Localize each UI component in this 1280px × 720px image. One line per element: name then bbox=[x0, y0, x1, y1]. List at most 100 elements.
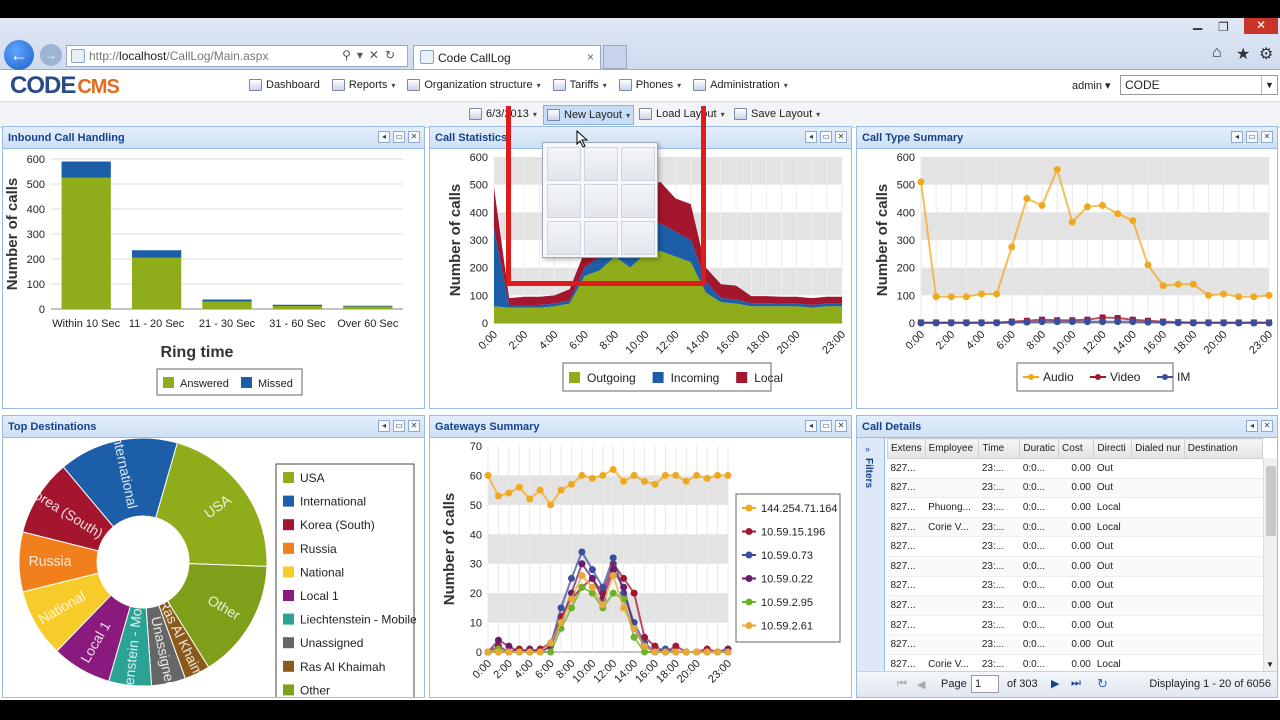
last-page-icon[interactable]: ⏭ bbox=[1071, 677, 1081, 690]
column-header[interactable]: Employee bbox=[924, 438, 980, 459]
data-point bbox=[567, 480, 575, 488]
column-header[interactable]: Directi bbox=[1093, 438, 1133, 459]
collapse-left-icon[interactable]: ◂ bbox=[805, 131, 817, 143]
table-cell bbox=[1184, 497, 1263, 518]
collapse-left-icon[interactable]: ◂ bbox=[1246, 420, 1258, 432]
table-cell bbox=[1184, 576, 1263, 597]
column-header[interactable]: Cost bbox=[1058, 438, 1095, 459]
filters-label[interactable]: Filters bbox=[863, 458, 874, 488]
address-bar[interactable]: http://localhost/CallLog/Main.aspx ⚲▾✕↻ bbox=[66, 45, 408, 67]
chevron-down-icon[interactable]: ▼ bbox=[1261, 76, 1277, 94]
new-tab-button[interactable] bbox=[603, 45, 627, 69]
gear-icon bbox=[693, 79, 707, 91]
grid-scrollbar[interactable]: ▼ bbox=[1263, 458, 1277, 671]
call-type-line-chart: 0 100 200 300 400 500 600 Number of calls 0:00 2:… bbox=[874, 152, 1275, 392]
close-panel-icon[interactable]: ✕ bbox=[408, 420, 420, 432]
close-panel-icon[interactable]: ✕ bbox=[835, 131, 847, 143]
close-panel-icon[interactable]: ✕ bbox=[835, 420, 847, 432]
menu-tariffs[interactable]: Tariffs ▾ bbox=[552, 79, 607, 91]
close-panel-icon[interactable]: ✕ bbox=[1261, 420, 1273, 432]
table-cell: Corie V... bbox=[925, 654, 979, 671]
favorites-star-icon[interactable]: ★ bbox=[1236, 44, 1250, 64]
y-tick-label: 60 bbox=[470, 470, 482, 482]
minimize-icon[interactable]: ▁ bbox=[1193, 18, 1202, 30]
data-point bbox=[588, 474, 596, 482]
screen: ▁ ❐ ✕ ← → http://localhost/CallLog/Main.… bbox=[0, 0, 1280, 720]
table-row[interactable]: 827... 23:... 0:0... 0.00 Out bbox=[887, 634, 1263, 655]
home-icon[interactable]: ⌂ bbox=[1212, 44, 1222, 62]
collapse-left-icon[interactable]: ◂ bbox=[378, 131, 390, 143]
y-tick-label: 30 bbox=[470, 559, 482, 571]
column-header[interactable]: Extens bbox=[887, 438, 926, 459]
settings-gear-icon[interactable]: ⚙ bbox=[1259, 44, 1273, 64]
save-layout-button[interactable]: Save Layout ▾ bbox=[731, 107, 823, 121]
legend-swatch bbox=[283, 542, 294, 554]
code-cms-logo[interactable]: CODE CMS bbox=[10, 72, 120, 100]
data-point bbox=[1023, 195, 1031, 202]
page-input[interactable]: 1 bbox=[971, 675, 999, 693]
menu-organization-structure[interactable]: Organization structure ▾ bbox=[407, 79, 541, 91]
refresh-icon[interactable]: ↻ bbox=[1097, 676, 1108, 692]
expand-filters-icon[interactable]: » bbox=[865, 444, 870, 454]
data-point bbox=[1174, 319, 1182, 327]
maximize-panel-icon[interactable]: ▭ bbox=[820, 131, 832, 143]
close-panel-icon[interactable]: ✕ bbox=[408, 131, 420, 143]
address-actions-icon[interactable]: ⚲▾✕↻ bbox=[342, 48, 401, 62]
collapse-left-icon[interactable]: ◂ bbox=[378, 420, 390, 432]
table-cell bbox=[1184, 536, 1263, 557]
next-page-icon[interactable]: ▶ bbox=[1051, 677, 1059, 690]
menu-reports[interactable]: Reports ▾ bbox=[331, 79, 395, 91]
table-row[interactable]: 827... 23:... 0:0... 0.00 Out bbox=[887, 576, 1263, 597]
table-cell: 0:0... bbox=[1019, 517, 1059, 538]
legend-marker bbox=[745, 598, 753, 606]
y-tick-label: 100 bbox=[470, 290, 488, 302]
data-point bbox=[630, 633, 638, 641]
table-cell bbox=[1131, 478, 1185, 499]
company-select[interactable]: CODE ▼ bbox=[1120, 75, 1278, 95]
table-cell: Local bbox=[1093, 517, 1132, 538]
close-window-icon[interactable]: ✕ bbox=[1244, 18, 1278, 34]
table-row[interactable]: 827... 23:... 0:0... 0.00 Out bbox=[887, 458, 1263, 479]
column-header[interactable]: Duratic bbox=[1019, 438, 1060, 459]
data-point bbox=[917, 178, 925, 186]
table-row[interactable]: 827... 23:... 0:0... 0.00 Out bbox=[887, 595, 1263, 616]
table-row[interactable]: 827... 23:... 0:0... 0.00 Out bbox=[887, 615, 1263, 636]
x-tick-label: 4:00 bbox=[537, 329, 561, 353]
collapse-left-icon[interactable]: ◂ bbox=[805, 420, 817, 432]
collapse-left-icon[interactable]: ◂ bbox=[1231, 131, 1243, 143]
scroll-down-icon[interactable]: ▼ bbox=[1266, 660, 1274, 669]
table-row[interactable]: 827... 23:... 0:0... 0.00 Out bbox=[887, 536, 1263, 557]
maximize-panel-icon[interactable]: ▭ bbox=[393, 131, 405, 143]
menu-administration[interactable]: Administration ▾ bbox=[693, 79, 788, 91]
back-button[interactable]: ← bbox=[4, 40, 34, 70]
menu-label: Organization structure bbox=[424, 79, 533, 91]
x-tick-label: 16:00 bbox=[1141, 329, 1169, 357]
table-cell: 0.00 bbox=[1058, 595, 1094, 616]
scrollbar-thumb[interactable] bbox=[1266, 466, 1276, 536]
table-row[interactable]: 827... 23:... 0:0... 0.00 Out bbox=[887, 556, 1263, 577]
maximize-icon[interactable]: ❐ bbox=[1218, 20, 1229, 34]
maximize-panel-icon[interactable]: ▭ bbox=[393, 420, 405, 432]
column-header[interactable]: Destination bbox=[1183, 438, 1263, 459]
maximize-panel-icon[interactable]: ▭ bbox=[820, 420, 832, 432]
tab-close-icon[interactable]: × bbox=[587, 50, 594, 64]
prev-page-icon[interactable]: ◀ bbox=[917, 678, 925, 691]
close-panel-icon[interactable]: ✕ bbox=[1261, 131, 1273, 143]
legend-swatch bbox=[283, 637, 294, 649]
first-page-icon[interactable]: ⏮ bbox=[897, 678, 907, 691]
table-row[interactable]: 827... Corie V... 23:... 0:0... 0.00 Local bbox=[887, 654, 1263, 671]
data-point bbox=[917, 319, 925, 327]
forward-button[interactable]: → bbox=[40, 44, 62, 66]
table-row[interactable]: 827... Corie V... 23:... 0:0... 0.00 Local bbox=[887, 517, 1263, 538]
table-row[interactable]: 827... Phuong... 23:... 0:0... 0.00 Local bbox=[887, 497, 1263, 518]
menu-phones[interactable]: Phones ▾ bbox=[618, 79, 681, 91]
column-header[interactable]: Time bbox=[978, 438, 1021, 459]
x-tick-label: 10:00 bbox=[571, 658, 599, 686]
user-menu[interactable]: admin ▾ bbox=[1072, 79, 1111, 92]
table-row[interactable]: 827... 23:... 0:0... 0.00 Out bbox=[887, 478, 1263, 499]
tab-code-calllog[interactable]: Code CallLog × bbox=[413, 45, 601, 69]
maximize-panel-icon[interactable]: ▭ bbox=[1246, 131, 1258, 143]
column-header[interactable]: Dialed nur bbox=[1131, 438, 1185, 459]
menu-dashboard[interactable]: Dashboard bbox=[249, 79, 320, 91]
filters-sidebar[interactable]: » Filters bbox=[857, 438, 885, 697]
